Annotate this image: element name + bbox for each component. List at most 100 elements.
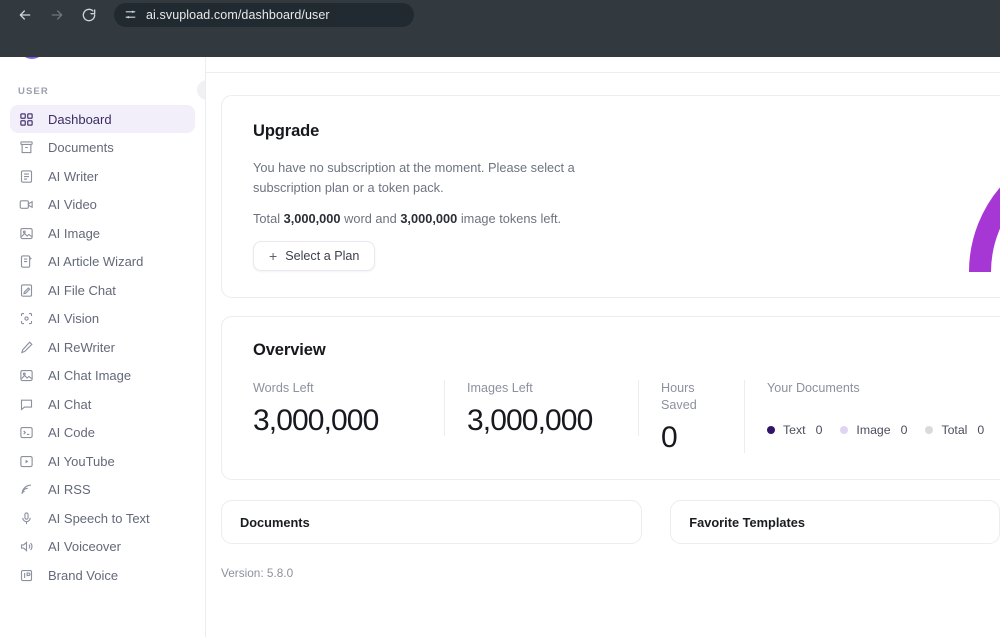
image-icon (18, 367, 35, 384)
gauge-caption: Tokens (950, 236, 1000, 250)
browser-reload-button[interactable] (74, 2, 104, 28)
play-icon (18, 453, 35, 470)
total-suffix: image tokens left. (460, 211, 562, 227)
sidebar-nav: Dashboard Documents AI Writer AI Video A… (0, 105, 205, 589)
sidebar-item-label: AI Vision (48, 311, 100, 326)
sidebar-item-ai-chat-image[interactable]: AI Chat Image (10, 362, 195, 390)
browser-toolbar: ai.svupload.com/dashboard/user (0, 0, 1000, 29)
upgrade-token-summary: Total 3,000,000 word and 3,000,000 image… (253, 211, 1000, 226)
sidebar-item-ai-rewriter[interactable]: AI ReWriter (10, 333, 195, 361)
documents-panel[interactable]: Documents (221, 500, 643, 545)
sidebar-item-label: Dashboard (48, 111, 112, 127)
favorite-templates-panel[interactable]: Favorite Templates (670, 500, 1000, 545)
select-a-plan-label: Select a Plan (285, 249, 360, 264)
file-edit-icon (18, 282, 35, 299)
sidebar-item-ai-rss[interactable]: AI RSS (10, 476, 195, 504)
browser-back-button[interactable] (10, 2, 40, 28)
overview-stats-row: Words Left 3,000,000 Images Left 3,000,0… (253, 380, 1000, 455)
stat-value: 0 (661, 421, 678, 455)
total-prefix: Total (253, 211, 281, 227)
sidebar-item-label: AI ReWriter (48, 339, 115, 355)
stat-label: Images Left (467, 381, 533, 396)
microphone-icon (18, 510, 35, 527)
gauge-arc (969, 187, 1000, 273)
stat-value: 3,000,000 (467, 404, 593, 438)
doc-legend-image: Image 0 (840, 423, 907, 437)
sidebar-item-ai-youtube[interactable]: AI YouTube (10, 447, 195, 475)
sidebar-item-ai-video[interactable]: AI Video (10, 191, 195, 219)
sidebar-item-ai-image[interactable]: AI Image (10, 219, 195, 247)
legend-dot-icon (925, 426, 934, 435)
total-middle: word and (344, 211, 397, 227)
token-gauge: 3,000,000 Tokens Remaining Used (950, 124, 1000, 274)
sidebar-item-label: AI Image (48, 225, 101, 241)
gauge-value: 3,000,000 (950, 206, 1000, 234)
sidebar-item-ai-file-chat[interactable]: AI File Chat (10, 276, 195, 304)
sidebar-collapse-button[interactable] (197, 80, 205, 100)
sidebar-item-label: Brand Voice (48, 567, 119, 583)
sidebar-item-label: AI RSS (48, 482, 91, 497)
sidebar-item-dashboard[interactable]: Dashboard (10, 105, 195, 133)
doc-legend-count: 0 (815, 423, 823, 438)
word-token-count: 3,000,000 (283, 211, 341, 227)
sidebar-item-label: AI Video (48, 197, 97, 212)
plus-icon: + (269, 248, 278, 265)
doc-legend-text: Text 0 (767, 423, 822, 437)
speaker-icon (18, 538, 35, 555)
gauge-legend: Remaining Used (950, 272, 1000, 284)
sidebar-item-label: AI YouTube (48, 453, 115, 469)
url-text: ai.svupload.com/dashboard/user (146, 7, 330, 22)
browser-chrome: ai.svupload.com/dashboard/user (0, 0, 1000, 57)
bottom-cards-row: Documents Favorite Templates (221, 500, 1000, 545)
stat-label: Words Left (253, 381, 314, 396)
stat-value: 3,000,000 (253, 404, 379, 438)
browser-forward-button[interactable] (42, 2, 72, 28)
documents-legend: Text 0 Image 0 Total 0 (767, 423, 984, 437)
doc-legend-total: Total 0 (925, 423, 984, 437)
sidebar-item-brand-voice[interactable]: Brand Voice (10, 561, 195, 589)
image-token-count: 3,000,000 (400, 211, 458, 227)
sidebar-section-user: USER (18, 86, 49, 97)
footer: Version: 5.8.0 Cop (221, 566, 1000, 580)
eye-scan-icon (18, 310, 35, 327)
version-label: Version: 5.8.0 (221, 566, 294, 581)
sidebar-item-ai-vision[interactable]: AI Vision (10, 305, 195, 333)
sidebar-item-documents[interactable]: Documents (10, 134, 195, 162)
terminal-icon (18, 424, 35, 441)
doc-legend-count: 0 (900, 423, 908, 438)
sidebar-item-ai-article-wizard[interactable]: AI Article Wizard (10, 248, 195, 276)
sidebar-item-label: AI Article Wizard (48, 254, 144, 269)
sidebar-item-label: AI Speech to Text (48, 510, 150, 526)
stat-images-left: Images Left 3,000,000 (445, 380, 639, 438)
gauge-center-label: 3,000,000 Tokens (950, 206, 1000, 250)
sidebar-item-label: AI Writer (48, 168, 99, 184)
archive-icon (18, 139, 35, 156)
pencil-icon (18, 339, 35, 356)
sidebar-item-label: AI Chat (48, 396, 92, 412)
your-documents-block: Your Documents Text 0 Image 0 Total 0 (745, 380, 1000, 437)
upgrade-card: Upgrade You have no subscription at the … (221, 95, 1000, 299)
sidebar-item-ai-speech-to-text[interactable]: AI Speech to Text (10, 504, 195, 532)
doc-legend-label: Text (783, 423, 806, 438)
sidebar-item-ai-voiceover[interactable]: AI Voiceover (10, 533, 195, 561)
upgrade-title: Upgrade (253, 122, 320, 140)
content-area: Upgrade You have no subscription at the … (206, 73, 1000, 580)
sidebar-item-ai-writer[interactable]: AI Writer (10, 162, 195, 190)
stat-words-left: Words Left 3,000,000 (253, 380, 445, 438)
favorite-templates-title: Favorite Templates (689, 514, 805, 530)
documents-panel-title: Documents (240, 514, 310, 530)
browser-address-bar[interactable]: ai.svupload.com/dashboard/user (114, 2, 414, 27)
site-settings-icon[interactable] (124, 8, 137, 21)
sidebar-item-label: AI Code (48, 425, 95, 440)
document-icon (18, 168, 35, 185)
overview-title: Overview (253, 341, 326, 360)
video-icon (18, 196, 35, 213)
your-documents-label: Your Documents (767, 381, 860, 396)
wizard-icon (18, 253, 35, 270)
sidebar-item-ai-chat[interactable]: AI Chat (10, 390, 195, 418)
sidebar-item-label: AI File Chat (48, 282, 116, 298)
legend-dot-icon (840, 426, 849, 435)
select-a-plan-button[interactable]: + Select a Plan (253, 241, 376, 272)
sidebar-item-ai-code[interactable]: AI Code (10, 419, 195, 447)
brand-icon (18, 567, 35, 584)
